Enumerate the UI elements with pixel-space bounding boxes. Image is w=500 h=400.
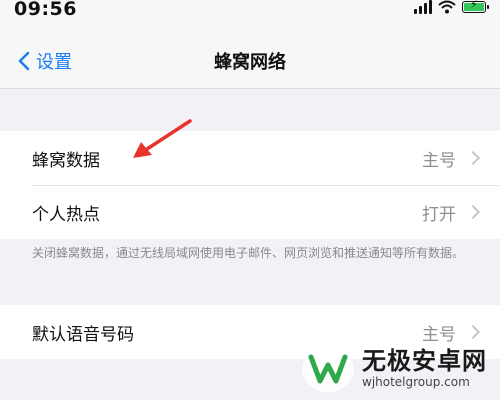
watermark-name: 无极安卓网	[362, 347, 487, 375]
cellular-settings-group: 蜂窝数据 主号 个人热点 打开	[0, 131, 500, 239]
personal-hotspot-label: 个人热点	[32, 204, 100, 225]
personal-hotspot-row[interactable]: 个人热点 打开	[0, 185, 500, 239]
watermark-url: wjhotelgroup.com	[362, 375, 470, 389]
status-time: 09:56	[14, 0, 77, 20]
signal-icon	[414, 0, 432, 14]
status-bar: 09:56 ⚡	[0, 0, 500, 26]
page-title: 蜂窝网络	[214, 52, 286, 73]
chevron-right-icon	[465, 204, 481, 220]
default-voice-line-value-text: 主号	[422, 324, 456, 345]
personal-hotspot-value-text: 打开	[422, 204, 456, 225]
wifi-icon	[438, 0, 456, 14]
battery-charging-icon: ⚡	[462, 0, 489, 13]
default-voice-line-label: 默认语音号码	[32, 324, 134, 345]
cellular-footnote: 关闭蜂窝数据，通过无线局域网使用电子邮件、网页浏览和推送通知等所有数据。	[32, 246, 465, 260]
cellular-data-row[interactable]: 蜂窝数据 主号	[0, 131, 500, 185]
watermark-text: 无极安卓网 wjhotelgroup.com	[362, 348, 487, 390]
default-voice-line-value: 主号	[422, 320, 481, 345]
chevron-right-icon	[465, 150, 481, 166]
cellular-data-value-text: 主号	[422, 150, 456, 171]
annotation-arrow-icon	[133, 119, 192, 158]
personal-hotspot-value: 打开	[422, 200, 481, 225]
watermark-logo-icon	[302, 346, 354, 392]
navigation-bar: 设置 蜂窝网络	[0, 26, 500, 89]
chevron-right-icon	[465, 324, 481, 340]
watermark: 无极安卓网 wjhotelgroup.com	[302, 346, 487, 392]
status-icons: ⚡	[414, 0, 489, 14]
cellular-data-label: 蜂窝数据	[32, 150, 100, 171]
cellular-data-value: 主号	[422, 146, 481, 171]
